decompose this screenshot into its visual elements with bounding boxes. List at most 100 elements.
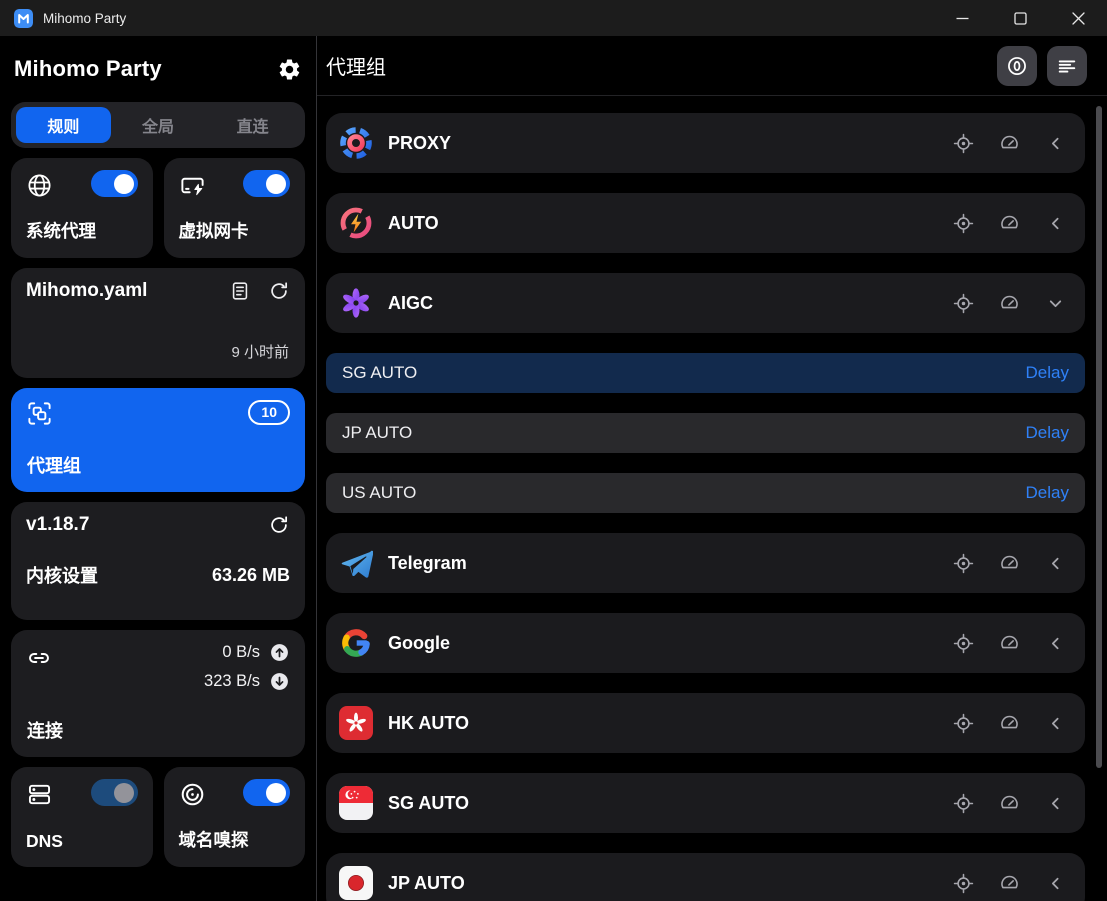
maximize-button[interactable]	[991, 0, 1049, 36]
chevron-left-icon[interactable]	[1045, 213, 1066, 234]
dns-toggle[interactable]	[91, 779, 138, 806]
chevron-left-icon[interactable]	[1045, 713, 1066, 734]
proxy-item-name: US AUTO	[342, 483, 1026, 503]
update-profile-icon[interactable]	[268, 280, 290, 302]
proxy-group-row[interactable]: HK AUTO	[326, 693, 1085, 753]
upload-arrow-icon	[269, 642, 290, 663]
locate-icon[interactable]	[953, 293, 974, 314]
proxy-group-row[interactable]: PROXY	[326, 113, 1085, 173]
proxy-group-name: AUTO	[388, 213, 953, 234]
proxy-group-name: HK AUTO	[388, 713, 953, 734]
delay-test-icon[interactable]	[999, 713, 1020, 734]
proxy-item-row[interactable]: JP AUTO Delay	[326, 413, 1085, 453]
profile-card[interactable]: Mihomo.yaml 9 小时前	[11, 268, 305, 378]
telegram-icon	[339, 546, 373, 580]
kernel-memory: 63.26 MB	[212, 565, 290, 586]
tun-card[interactable]: 虚拟网卡	[164, 158, 306, 258]
chevron-left-icon[interactable]	[1045, 553, 1066, 574]
proxy-group-name: AIGC	[388, 293, 953, 314]
sniff-label: 域名嗅探	[179, 827, 291, 855]
chevron-left-icon[interactable]	[1045, 793, 1066, 814]
page-title: 代理组	[326, 51, 386, 80]
proxy-group-row[interactable]: Google	[326, 613, 1085, 673]
tab-global[interactable]: 全局	[111, 107, 206, 143]
zero-circle-icon	[1006, 55, 1028, 77]
chevron-left-icon[interactable]	[1045, 133, 1066, 154]
delay-test-icon[interactable]	[999, 633, 1020, 654]
delay-button[interactable]: Delay	[1026, 483, 1069, 503]
system-proxy-toggle[interactable]	[91, 170, 138, 197]
dns-card[interactable]: DNS	[11, 767, 153, 867]
proxy-group-row[interactable]: AIGC	[326, 273, 1085, 333]
proxy-group-row[interactable]: SG AUTO	[326, 773, 1085, 833]
connections-label: 连接	[27, 717, 63, 743]
system-proxy-card[interactable]: 系统代理	[11, 158, 153, 258]
minimize-icon	[953, 9, 972, 28]
kernel-settings-label: 内核设置	[26, 562, 98, 588]
layout-toggle-button[interactable]	[1047, 46, 1087, 86]
restart-kernel-icon[interactable]	[268, 514, 290, 536]
delay-test-icon[interactable]	[999, 213, 1020, 234]
download-speed: 323 B/s	[204, 672, 260, 691]
sidebar: Mihomo Party 规则 全局 直连 系统代理 虚拟网卡	[0, 36, 316, 901]
list-lines-icon	[1056, 55, 1078, 77]
google-icon	[339, 626, 373, 660]
proxy-wheel-icon	[339, 126, 373, 160]
outbound-mode-tabs: 规则 全局 直连	[11, 102, 305, 148]
delay-test-icon[interactable]	[999, 553, 1020, 574]
proxy-group-row[interactable]: JP AUTO	[326, 853, 1085, 901]
close-button[interactable]	[1049, 0, 1107, 36]
delay-test-icon[interactable]	[999, 793, 1020, 814]
openai-icon	[339, 286, 373, 320]
chevron-left-icon[interactable]	[1045, 873, 1066, 894]
proxy-group-list: PROXY AUTO AIGC	[317, 96, 1107, 901]
sidebar-item-proxy-groups[interactable]: 10 代理组	[11, 388, 305, 492]
locate-icon[interactable]	[953, 133, 974, 154]
chevron-left-icon[interactable]	[1045, 633, 1066, 654]
proxy-item-row[interactable]: US AUTO Delay	[326, 473, 1085, 513]
scrollbar[interactable]	[1096, 106, 1102, 768]
tun-label: 虚拟网卡	[179, 218, 291, 246]
delay-test-icon[interactable]	[999, 293, 1020, 314]
delay-test-icon[interactable]	[999, 133, 1020, 154]
chevron-down-icon[interactable]	[1045, 293, 1066, 314]
delay-button[interactable]: Delay	[1026, 363, 1069, 383]
window-title: Mihomo Party	[43, 11, 126, 26]
proxy-group-row[interactable]: AUTO	[326, 193, 1085, 253]
proxy-item-name: JP AUTO	[342, 423, 1026, 443]
proxy-group-name: PROXY	[388, 133, 953, 154]
locate-icon[interactable]	[953, 633, 974, 654]
delay-test-icon[interactable]	[999, 873, 1020, 894]
sniff-card[interactable]: 域名嗅探	[164, 767, 306, 867]
locate-icon[interactable]	[953, 553, 974, 574]
kernel-card[interactable]: v1.18.7 内核设置 63.26 MB	[11, 502, 305, 620]
proxy-group-row[interactable]: Telegram	[326, 533, 1085, 593]
profile-name: Mihomo.yaml	[26, 280, 229, 302]
connections-card[interactable]: 0 B/s 323 B/s 连接	[11, 630, 305, 757]
delay-button[interactable]: Delay	[1026, 423, 1069, 443]
minimize-button[interactable]	[933, 0, 991, 36]
tun-device-icon	[179, 172, 206, 199]
proxy-group-count-badge: 10	[248, 400, 290, 425]
locate-icon[interactable]	[953, 873, 974, 894]
proxy-group-name: Telegram	[388, 553, 953, 574]
app-logo-icon	[14, 9, 33, 28]
locate-icon[interactable]	[953, 793, 974, 814]
locate-icon[interactable]	[953, 213, 974, 234]
proxy-item-row[interactable]: SG AUTO Delay	[326, 353, 1085, 393]
locate-icon[interactable]	[953, 713, 974, 734]
kernel-version: v1.18.7	[26, 514, 89, 536]
edit-profile-icon[interactable]	[229, 280, 251, 302]
flag-jp-icon	[339, 866, 373, 900]
settings-gear-icon[interactable]	[277, 57, 302, 82]
dns-server-icon	[26, 781, 53, 808]
delay-display-button[interactable]	[997, 46, 1037, 86]
proxy-group-name: SG AUTO	[388, 793, 953, 814]
tab-rule[interactable]: 规则	[16, 107, 111, 143]
proxy-groups-label: 代理组	[27, 452, 81, 478]
proxy-group-name: Google	[388, 633, 953, 654]
tab-direct[interactable]: 直连	[205, 107, 300, 143]
tun-toggle[interactable]	[243, 170, 290, 197]
proxy-item-name: SG AUTO	[342, 363, 1026, 383]
sniff-toggle[interactable]	[243, 779, 290, 806]
